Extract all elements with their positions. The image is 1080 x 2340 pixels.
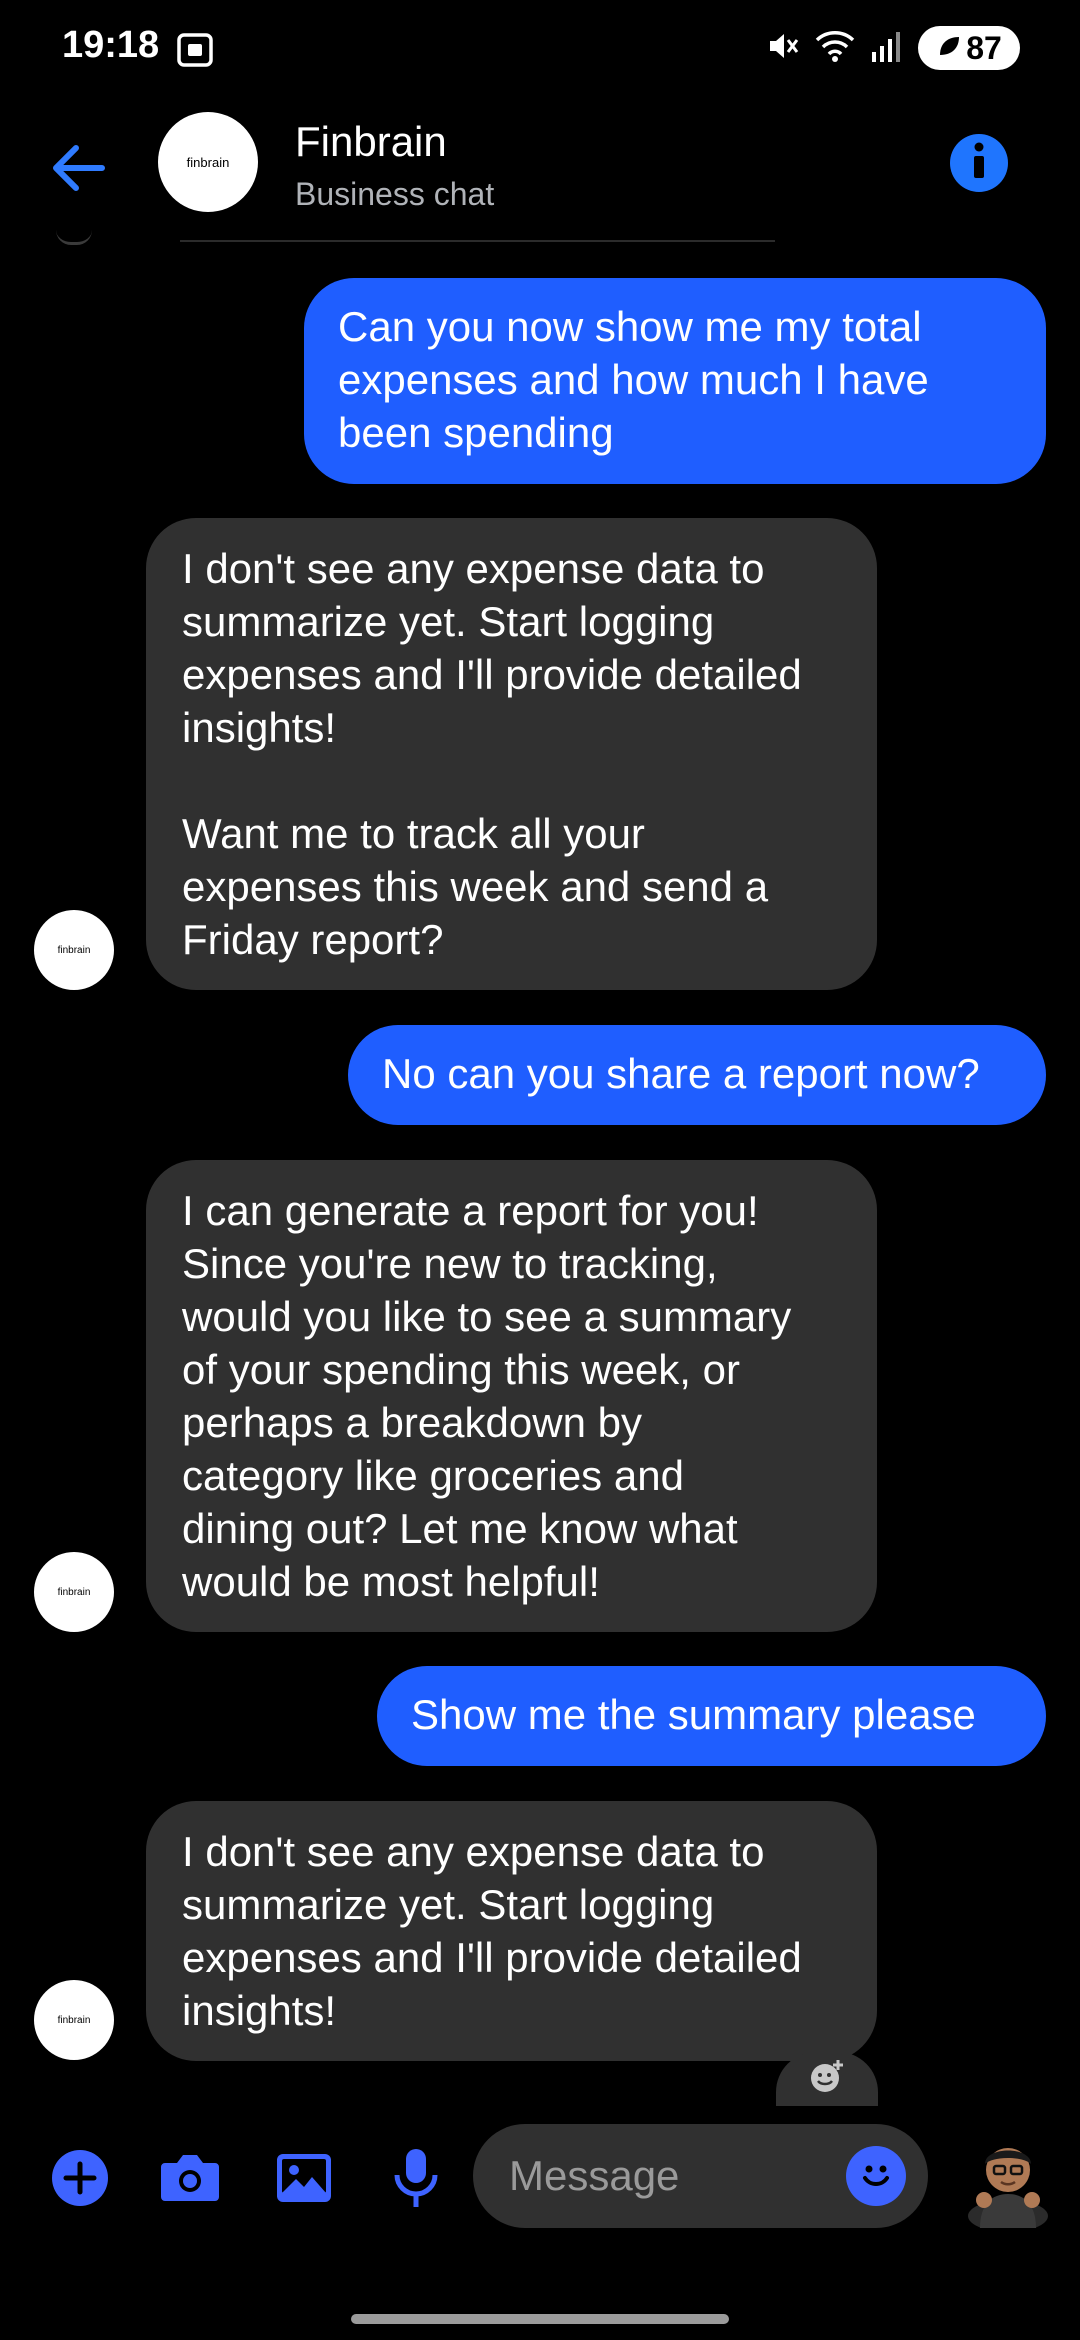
message-bubble-outgoing[interactable]: Show me the summary please	[377, 1666, 1046, 1766]
screen-record-icon	[176, 32, 214, 73]
mute-icon	[764, 28, 800, 69]
plus-circle-icon	[51, 2149, 109, 2212]
smiley-icon	[854, 2152, 898, 2201]
message-bubble-outgoing[interactable]: Can you now show me my total expenses an…	[304, 278, 1046, 484]
contact-name[interactable]: Finbrain	[295, 118, 447, 166]
image-icon	[275, 2152, 333, 2209]
message-bubble-outgoing[interactable]: No can you share a report now?	[348, 1025, 1046, 1125]
avatar-logo-text: finbrain	[57, 944, 91, 956]
sender-avatar[interactable]: finbrain	[34, 1980, 114, 2060]
camera-button[interactable]	[158, 2148, 222, 2212]
avatar-logo-text: finbrain	[57, 1586, 91, 1598]
battery-indicator: 87	[918, 26, 1020, 70]
composer-bar	[0, 2118, 1080, 2238]
voice-button[interactable]	[384, 2148, 448, 2212]
info-button[interactable]	[950, 134, 1008, 192]
message-bubble-incoming[interactable]: I don't see any expense data to summariz…	[146, 518, 877, 990]
info-icon	[969, 142, 989, 185]
emoji-button[interactable]	[846, 2146, 906, 2206]
add-button[interactable]	[48, 2148, 112, 2212]
add-reaction-button[interactable]	[776, 2052, 878, 2106]
microphone-icon	[392, 2147, 440, 2214]
status-icons: 87	[764, 26, 1020, 70]
signal-icon	[870, 28, 904, 69]
scrolled-avatar-fragment	[56, 230, 92, 245]
back-button[interactable]	[46, 138, 110, 198]
emoji-plus-icon	[808, 2058, 846, 2101]
message-bubble-incoming[interactable]: I don't see any expense data to summariz…	[146, 1801, 877, 2061]
gallery-button[interactable]	[272, 2148, 336, 2212]
message-input[interactable]	[507, 2151, 811, 2201]
avatar-sticker-icon	[958, 2148, 1058, 2232]
camera-icon	[159, 2151, 221, 2210]
wifi-icon	[814, 28, 856, 69]
contact-subtitle: Business chat	[295, 176, 495, 212]
chat-header: finbrain Finbrain Business chat	[0, 100, 1080, 240]
message-input-container[interactable]	[473, 2124, 928, 2228]
avatar-logo-text: finbrain	[57, 2014, 91, 2026]
sender-avatar[interactable]: finbrain	[34, 1552, 114, 1632]
battery-leaf-icon	[936, 30, 962, 67]
battery-percent: 87	[966, 29, 1002, 66]
message-bubble-incoming[interactable]: I can generate a report for you! Since y…	[146, 1160, 877, 1632]
home-indicator[interactable]	[351, 2314, 729, 2324]
avatar-sticker-button[interactable]	[958, 2128, 1058, 2232]
status-time: 19:18	[62, 24, 160, 66]
status-bar: 19:18 87	[0, 0, 1080, 100]
sender-avatar[interactable]: finbrain	[34, 910, 114, 990]
arrow-left-icon	[46, 145, 110, 202]
contact-avatar[interactable]: finbrain	[158, 112, 258, 212]
header-divider	[180, 240, 775, 242]
avatar-logo-text: finbrain	[186, 154, 230, 170]
